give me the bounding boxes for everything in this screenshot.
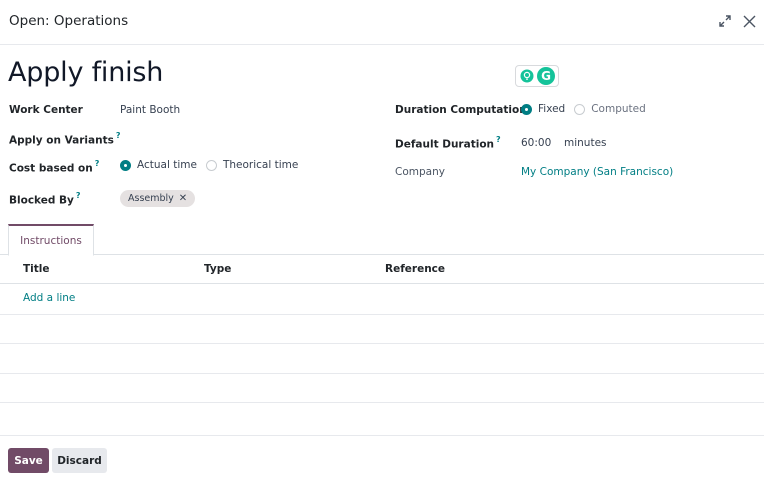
help-icon[interactable]: ? — [496, 135, 501, 144]
radio-unchecked-icon[interactable] — [205, 159, 217, 171]
cost-based-on-label: Cost based on? — [9, 159, 100, 175]
save-button[interactable]: Save — [8, 448, 49, 473]
duration-computation-radio-group: Fixed Computed — [521, 103, 655, 115]
lightbulb-icon[interactable] — [519, 68, 535, 84]
radio-fixed[interactable]: Fixed — [521, 103, 565, 115]
column-header-reference[interactable]: Reference — [385, 263, 445, 275]
apply-on-variants-label: Apply on Variants? — [9, 131, 121, 147]
table-row — [0, 315, 764, 344]
grammarly-icon[interactable]: G — [537, 67, 555, 85]
table-header: Title Type Reference — [0, 256, 764, 284]
radio-computed[interactable]: Computed — [574, 103, 646, 115]
discard-button[interactable]: Discard — [52, 448, 107, 473]
radio-actual-time[interactable]: Actual time — [120, 159, 197, 171]
duration-computation-label: Duration Computation — [395, 104, 527, 116]
expand-icon[interactable] — [716, 12, 734, 30]
company-link[interactable]: My Company (San Francisco) — [521, 166, 673, 178]
default-duration-label: Default Duration? — [395, 135, 501, 151]
default-duration-input[interactable]: 60:00 — [521, 137, 551, 149]
column-header-title[interactable]: Title — [23, 263, 50, 275]
notebook-tabs: Instructions — [0, 224, 764, 256]
tab-instructions[interactable]: Instructions — [8, 224, 94, 256]
extension-icons: G — [515, 65, 559, 87]
cost-based-on-radio-group: Actual time Theorical time — [120, 159, 307, 171]
table-row — [0, 374, 764, 403]
dialog-header: Open: Operations — [0, 0, 764, 45]
company-label: Company — [395, 166, 445, 178]
column-header-type[interactable]: Type — [204, 263, 231, 275]
dialog-footer: Save Discard — [0, 435, 764, 482]
dialog-title: Open: Operations — [9, 13, 129, 29]
default-duration-unit: minutes — [564, 137, 607, 149]
radio-checked-icon[interactable] — [521, 103, 532, 115]
remove-tag-icon[interactable]: ✕ — [179, 193, 187, 204]
add-a-line-link[interactable]: Add a line — [23, 292, 75, 304]
work-center-label: Work Center — [9, 104, 83, 116]
record-name[interactable]: Apply finish — [8, 57, 163, 88]
blocked-by-label: Blocked By? — [9, 191, 81, 207]
radio-theorical-time[interactable]: Theorical time — [205, 159, 298, 171]
table-row: Add a line — [0, 285, 764, 315]
help-icon[interactable]: ? — [95, 159, 100, 168]
work-center-value[interactable]: Paint Booth — [120, 104, 180, 116]
help-icon[interactable]: ? — [76, 191, 81, 200]
radio-unchecked-icon[interactable] — [574, 103, 586, 115]
close-icon[interactable] — [740, 12, 758, 30]
blocked-by-tag: Assembly ✕ — [120, 190, 196, 207]
help-icon[interactable]: ? — [116, 131, 121, 140]
table-row — [0, 344, 764, 374]
radio-checked-icon[interactable] — [120, 159, 131, 171]
